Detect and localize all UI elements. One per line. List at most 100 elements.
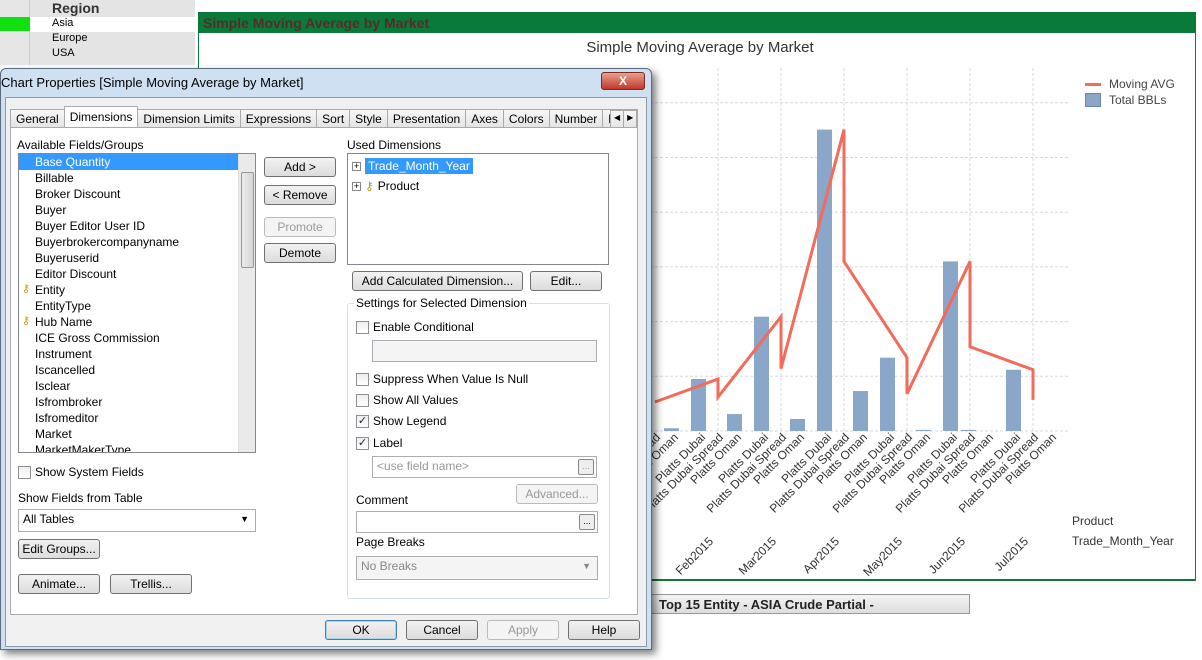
show-all-values-checkbox[interactable]: Show All Values <box>356 393 458 407</box>
field-item[interactable]: ICE Gross Commission <box>19 330 238 346</box>
edit-button[interactable]: Edit... <box>530 271 602 291</box>
tab-general[interactable]: General <box>10 109 65 127</box>
tab-dimension-limits[interactable]: Dimension Limits <box>137 109 241 127</box>
field-item[interactable]: Isfromeditor <box>19 410 238 426</box>
promote-button[interactable]: Promote <box>264 217 336 237</box>
suppress-null-checkbox[interactable]: Suppress When Value Is Null <box>356 372 528 386</box>
field-item[interactable]: Base Quantity <box>19 154 238 170</box>
bar-swatch <box>1085 93 1101 107</box>
edit-groups-button[interactable]: Edit Groups... <box>18 539 100 559</box>
available-fields-label: Available Fields/Groups <box>17 138 144 152</box>
field-item[interactable]: Isfrombroker <box>19 394 238 410</box>
tab-number[interactable]: Number <box>548 109 604 127</box>
field-item[interactable]: Buyerbrokercompanyname <box>19 234 238 250</box>
dialog-title: Chart Properties [Simple Moving Average … <box>1 75 304 90</box>
animate-button[interactable]: Animate... <box>18 574 100 594</box>
field-item[interactable]: ⚷ Hub Name <box>19 314 238 330</box>
field-item[interactable]: Billable <box>19 170 238 186</box>
show-fields-label: Show Fields from Table <box>18 491 143 505</box>
tab-expressions[interactable]: Expressions <box>239 109 318 127</box>
bar <box>727 414 742 431</box>
bar <box>817 129 832 431</box>
field-item[interactable]: MarketMakerType <box>19 442 238 452</box>
field-item[interactable]: Isclear <box>19 378 238 394</box>
cancel-button[interactable]: Cancel <box>406 620 478 640</box>
label-checkbox[interactable]: ✓ Label <box>356 436 402 450</box>
tab-colors[interactable]: Colors <box>502 109 550 127</box>
tab-scroll[interactable]: ◀ ▶ <box>610 110 638 128</box>
label-input[interactable]: <use field name>... <box>372 456 597 478</box>
field-item[interactable]: Market <box>19 426 238 442</box>
add-button[interactable]: Add > <box>264 157 336 177</box>
field-item[interactable]: Broker Discount <box>19 186 238 202</box>
tab-dimensions[interactable]: Dimensions <box>63 106 139 127</box>
page-breaks-select[interactable]: No Breaks ▼ <box>356 556 598 580</box>
chart-properties-dialog: Chart Properties [Simple Moving Average … <box>0 68 652 650</box>
settings-group-label: Settings for Selected Dimension <box>354 296 529 310</box>
month-tick-label: Apr2015 <box>800 534 842 576</box>
comment-input[interactable]: ... <box>356 511 598 533</box>
page-breaks-label: Page Breaks <box>356 535 425 549</box>
key-icon: ⚷ <box>365 179 374 193</box>
tab-strip: General Dimensions Dimension Limits Express… <box>10 106 639 128</box>
field-item[interactable]: Instrument <box>19 346 238 362</box>
used-dimensions-label: Used Dimensions <box>347 138 442 152</box>
field-item[interactable]: Editor Discount <box>19 266 238 282</box>
tab-sort[interactable]: Sort <box>316 109 351 127</box>
used-dimension-item[interactable]: + Trade_Month_Year <box>348 156 608 176</box>
scrollbar[interactable] <box>238 154 255 452</box>
advanced-button[interactable]: Advanced... <box>516 484 598 504</box>
dimension-label-product: Product <box>1072 514 1114 528</box>
show-legend-checkbox[interactable]: ✓ Show Legend <box>356 414 446 428</box>
field-item[interactable]: ⚷ Entity <box>19 282 238 298</box>
dimension-labels: Product Trade_Month_Year <box>1072 511 1174 551</box>
used-dimension-item[interactable]: + ⚷ Product <box>348 176 608 196</box>
add-calculated-dimension-button[interactable]: Add Calculated Dimension... <box>352 271 523 291</box>
ellipsis-button[interactable]: ... <box>578 459 594 475</box>
comment-label: Comment <box>356 493 409 507</box>
bar <box>790 418 805 431</box>
month-tick-label: Jun2015 <box>926 534 969 577</box>
field-item[interactable]: EntityType <box>19 298 238 314</box>
scrollbar-thumb[interactable] <box>241 172 254 268</box>
legend-item-moving-avg: Moving AVG <box>1085 76 1175 92</box>
field-item[interactable]: Buyeruserid <box>19 250 238 266</box>
bar <box>943 261 958 431</box>
chart-legend: Moving AVG Total BBLs <box>1085 76 1175 108</box>
tab-presentation[interactable]: Presentation <box>386 109 467 127</box>
tab-scroll-left-icon[interactable]: ◀ <box>610 110 625 128</box>
ok-button[interactable]: OK <box>325 620 397 640</box>
demote-button[interactable]: Demote <box>264 243 336 263</box>
enable-conditional-checkbox[interactable]: Enable Conditional <box>356 320 474 334</box>
chevron-down-icon: ▼ <box>582 561 591 571</box>
chevron-down-icon: ▼ <box>240 514 249 524</box>
show-fields-select[interactable]: All Tables ▼ <box>18 509 256 532</box>
available-fields-list[interactable]: Base Quantity Billable Broker Discount Buye… <box>18 153 256 453</box>
trellis-button[interactable]: Trellis... <box>110 574 192 594</box>
bar <box>853 391 868 431</box>
tab-axes[interactable]: Axes <box>465 109 504 127</box>
key-icon: ⚷ <box>22 315 31 327</box>
month-tick-label: Mar2015 <box>736 534 780 578</box>
bar <box>880 357 895 431</box>
field-item[interactable]: Buyer <box>19 202 238 218</box>
field-item[interactable]: Iscancelled <box>19 362 238 378</box>
dialog-body: General Dimensions Dimension Limits Express… <box>5 97 647 647</box>
conditional-input[interactable] <box>372 340 597 362</box>
entity-chart-caption[interactable]: Top 15 Entity - ASIA Crude Partial - <box>650 594 970 614</box>
expand-icon[interactable]: + <box>352 161 361 171</box>
line-swatch <box>1085 82 1101 86</box>
close-button[interactable]: X <box>601 72 645 90</box>
field-item[interactable]: Buyer Editor User ID <box>19 218 238 234</box>
remove-button[interactable]: < Remove <box>264 185 336 205</box>
show-system-fields-checkbox[interactable]: Show System Fields <box>18 465 144 479</box>
ellipsis-button[interactable]: ... <box>579 514 595 530</box>
used-dimensions-list[interactable]: + Trade_Month_Year + ⚷ Product <box>347 153 609 265</box>
expand-icon[interactable]: + <box>352 181 361 191</box>
month-tick-label: Jul2015 <box>991 534 1031 574</box>
legend-item-total-bbls: Total BBLs <box>1085 92 1175 108</box>
tab-scroll-right-icon[interactable]: ▶ <box>623 110 638 128</box>
tab-style[interactable]: Style <box>349 109 388 127</box>
help-button[interactable]: Help <box>568 620 640 640</box>
apply-button[interactable]: Apply <box>487 620 559 640</box>
